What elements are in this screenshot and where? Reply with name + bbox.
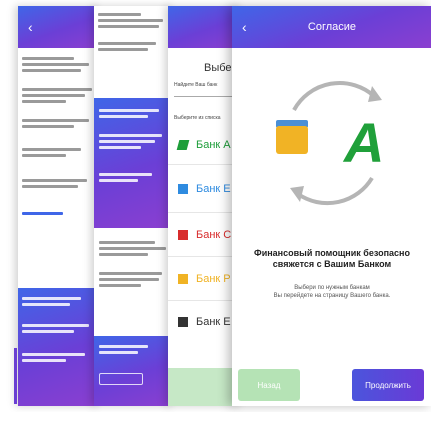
bank-c-logo-icon bbox=[178, 229, 188, 240]
accent-bar bbox=[14, 348, 17, 404]
bank-search[interactable]: Найдите Ваш банк bbox=[168, 74, 242, 97]
cta-panel bbox=[94, 336, 174, 406]
bank-list: Банк А Банк Е Банк С Банк Р Банк Е bbox=[168, 125, 242, 343]
consent-message-title: Финансовый помощник безопасно свяжется с… bbox=[254, 248, 410, 269]
bank-name: Банк Е bbox=[196, 182, 231, 195]
bank-select-title: Выбер bbox=[204, 62, 238, 74]
consent-button-row: Назад Продолжить bbox=[232, 369, 431, 403]
bank-item[interactable]: Банк С bbox=[168, 213, 242, 257]
bank-item[interactable]: Банк Р bbox=[168, 257, 242, 301]
info-screen-1: ‹ bbox=[18, 6, 100, 406]
footer-space bbox=[0, 412, 431, 442]
screen-carousel: ‹ Выбер Найдите Ваш банк Выберите из спи… bbox=[0, 0, 431, 442]
cta-button[interactable] bbox=[99, 373, 143, 385]
screen1-text bbox=[18, 48, 100, 224]
consent-message-subtitle: Выбери по нужным банкам Вы перейдете на … bbox=[273, 285, 391, 299]
connection-graphic: A bbox=[232, 48, 431, 218]
back-arrow-icon[interactable]: ‹ bbox=[28, 19, 44, 35]
bank-a-logo-icon bbox=[176, 139, 190, 150]
bank-name: Банк Р bbox=[196, 272, 231, 285]
feature-panel bbox=[94, 98, 174, 228]
bank-section-label: Выберите из списка bbox=[174, 115, 221, 121]
bank-item[interactable]: Банк Е bbox=[168, 165, 242, 213]
continue-button[interactable]: Продолжить bbox=[352, 369, 424, 401]
bank-e-logo-icon bbox=[178, 183, 188, 194]
bank-search-hint: Найдите Ваш банк bbox=[174, 82, 218, 88]
wallet-icon bbox=[276, 126, 308, 154]
consent-header: ‹ Согласие bbox=[232, 6, 431, 48]
back-button[interactable]: Назад bbox=[238, 369, 300, 401]
screen2-text bbox=[94, 6, 174, 58]
bank-select-header bbox=[168, 6, 242, 48]
info-screen-2 bbox=[94, 6, 174, 406]
bank-name: Банк Е bbox=[196, 316, 231, 328]
screen1-header: ‹ bbox=[18, 6, 100, 48]
bank-item[interactable]: Банк А bbox=[168, 125, 242, 165]
promo-card bbox=[18, 288, 100, 406]
bank-item[interactable]: Банк Е bbox=[168, 301, 242, 343]
sync-arrows-icon bbox=[290, 81, 382, 206]
bank-e2-logo-icon bbox=[178, 317, 188, 327]
bank-name: Банк С bbox=[196, 228, 232, 241]
consent-title: Согласие bbox=[307, 21, 357, 33]
screen2-text-lower bbox=[99, 238, 169, 290]
bank-name: Банк А bbox=[196, 138, 231, 151]
bank-select-screen: Выбер Найдите Ваш банк Выберите из списк… bbox=[168, 6, 242, 406]
bank-a-logo-icon: A bbox=[344, 111, 385, 174]
bank-select-button-bar[interactable] bbox=[168, 368, 242, 406]
bank-r-logo-icon bbox=[178, 273, 188, 284]
consent-screen: ‹ Согласие A Финансовый помощник безопас… bbox=[232, 6, 431, 406]
back-arrow-icon[interactable]: ‹ bbox=[242, 19, 258, 35]
